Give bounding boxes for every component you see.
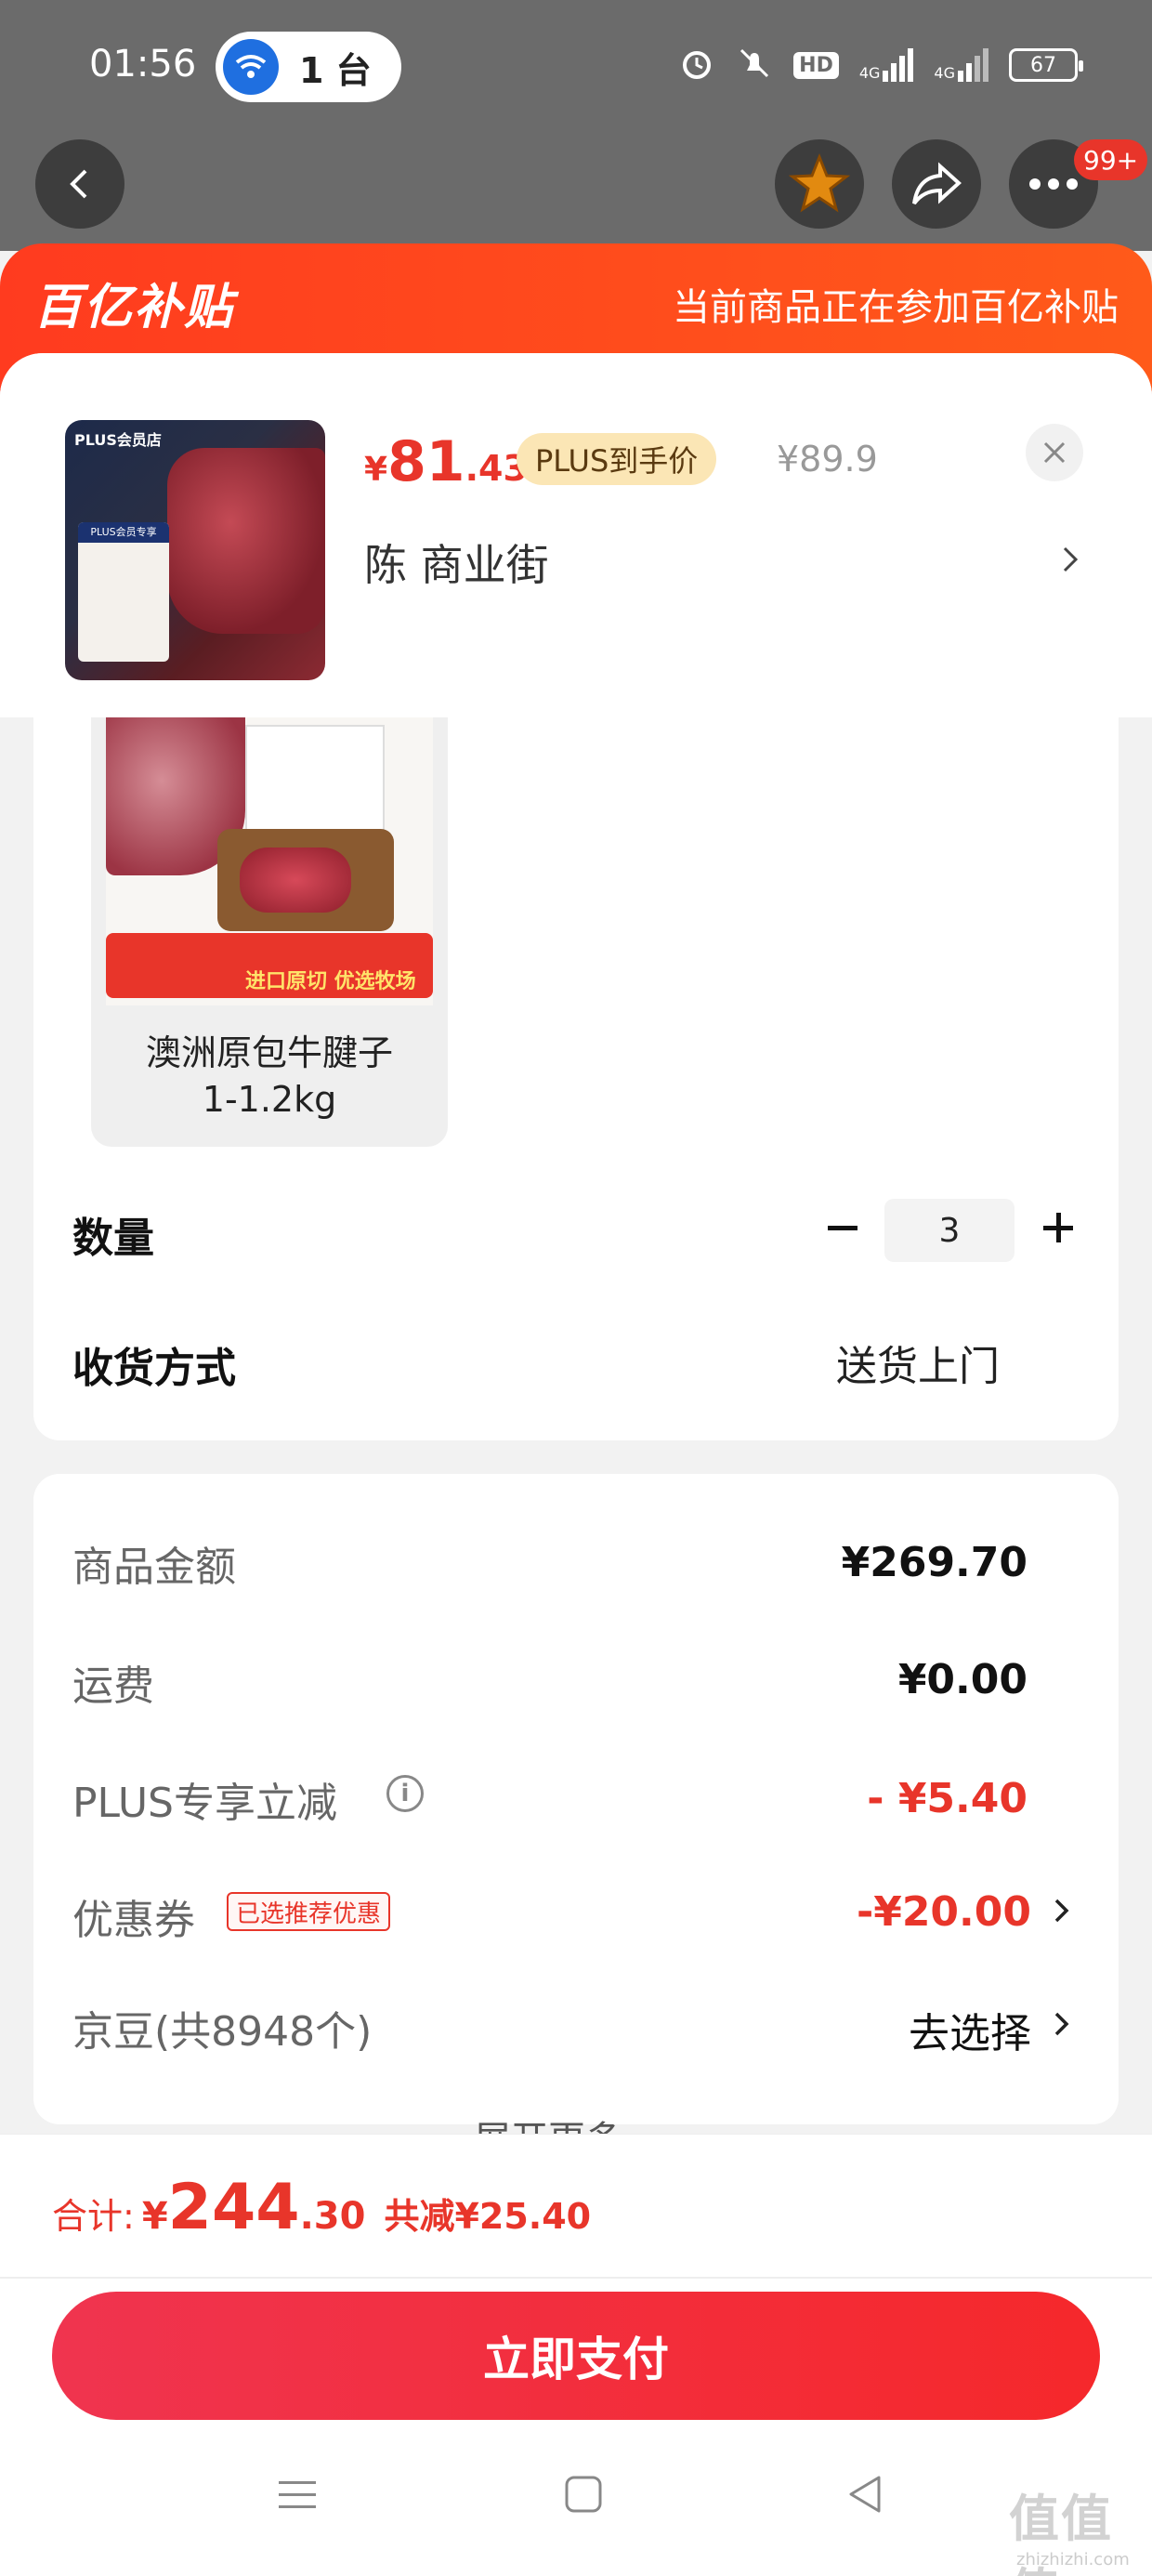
coupon-recommended-tag: 已选推荐优惠 [227,1892,391,1931]
plus-icon [1043,1213,1073,1242]
thumb-info-panel [78,522,169,662]
share-button[interactable] [892,139,981,229]
chevron-left-icon [70,169,87,199]
mute-icon [736,45,773,85]
price-symbol: ¥ [364,451,388,489]
signal-icon: 4G [859,48,914,82]
price-integer: 81 [387,429,465,494]
jingdou-select[interactable]: 去选择 [909,2000,1031,2059]
quantity-decrease-button[interactable] [819,1204,866,1251]
home-nav-button[interactable] [561,2472,606,2520]
quantity-increase-button[interactable] [1035,1204,1081,1251]
variant-label: 澳洲原包牛腱子 1-1.2kg [145,1032,393,1120]
thumb-brand: PLUS会员店 [74,431,162,449]
variant-image: 进口原切 优选牧场 [106,717,433,1005]
total-symbol: ¥ [141,2195,168,2238]
signal-label-2: 4G [934,64,955,82]
star-icon [788,152,851,213]
jingdou-label: 京豆(共8948个) [72,2008,373,2056]
status-icons: HD 4G 4G 67 [678,45,1083,85]
back-nav-button[interactable] [844,2472,888,2520]
shipping-label: 运费 [72,1663,154,1710]
pay-now-button[interactable]: 立即支付 [52,2292,1100,2420]
watermark-url: zhizhizhi.com [1016,2550,1130,2569]
variant-strip-text: 进口原切 优选牧场 [245,970,416,993]
jingdou-chevron-icon[interactable] [1052,2005,1072,2046]
triangle-back-icon [849,2476,881,2513]
goods-amount-label: 商品金额 [72,1544,236,1591]
more-dots-icon [1029,178,1078,190]
status-time: 01:56 [89,43,197,85]
alarm-icon [678,45,715,85]
delivery-method-label: 收货方式 [72,1345,236,1392]
cart-count-badge: 99+ [1074,139,1148,180]
plus-price-tag: PLUS到手价 [517,433,717,485]
hotspot-count: 1 台 [299,49,372,91]
plus-discount-label: PLUS专享立减 [72,1780,337,1827]
wifi-icon [223,39,279,95]
signal-label: 4G [858,64,881,82]
close-button[interactable] [1026,424,1083,481]
product-thumbnail: PLUS会员店 PLUS会员专享 [65,420,325,680]
coupon-value[interactable]: -¥20.00 [857,1888,1031,1936]
menu-icon [279,2481,316,2508]
coupon-label: 优惠券 [72,1897,195,1944]
square-icon [565,2476,602,2513]
variant-steak [240,848,351,913]
signal-icon-2: 4G [934,48,988,82]
total-label: 合计: [52,2196,135,2237]
hd-icon: HD [793,51,839,79]
order-total: 合计: ¥ 244 .30 共减¥25.40 [52,2171,591,2244]
thumb-panel-head: PLUS会员专享 [78,522,169,543]
variant-option[interactable]: 进口原切 优选牧场 澳洲原包牛腱子 1-1.2kg [91,717,448,1147]
close-icon [1043,441,1066,464]
quantity-input[interactable]: 3 [884,1199,1015,1262]
beef-image [167,448,325,634]
delivery-method-value[interactable]: 送货上门 [836,1333,1000,1392]
total-decimal: .30 [299,2195,366,2238]
back-button[interactable] [35,139,124,229]
share-icon [912,162,962,205]
original-price: ¥89.9 [777,439,878,480]
minus-icon [828,1226,857,1230]
quantity-label: 数量 [72,1215,154,1262]
status-bar: 01:56 1 台 HD 4G 4G 67 [0,0,1152,139]
subsidy-logo: 百亿补贴 [33,280,235,335]
delivery-address[interactable]: 陈 商业街 [364,532,549,593]
subsidy-text: 当前商品正在参加百亿补贴 [673,286,1119,329]
favorite-button[interactable] [775,139,864,229]
shipping-value: ¥0.00 [897,1656,1028,1703]
goods-amount-value: ¥269.70 [841,1539,1028,1586]
hotspot-pill[interactable]: 1 台 [216,32,401,102]
chevron-right-icon[interactable] [1059,541,1081,582]
coupon-chevron-icon[interactable] [1052,1892,1072,1933]
battery-icon: 67 [1009,48,1083,82]
bottom-divider [0,2277,1152,2279]
menu-nav-button[interactable] [275,2472,320,2520]
plus-price: ¥ 81 .43 [364,429,528,494]
total-savings: 共减¥25.40 [384,2196,592,2237]
info-icon[interactable]: i [386,1775,424,1812]
total-integer: 244 [167,2171,300,2244]
plus-discount-value: - ¥5.40 [867,1775,1028,1822]
